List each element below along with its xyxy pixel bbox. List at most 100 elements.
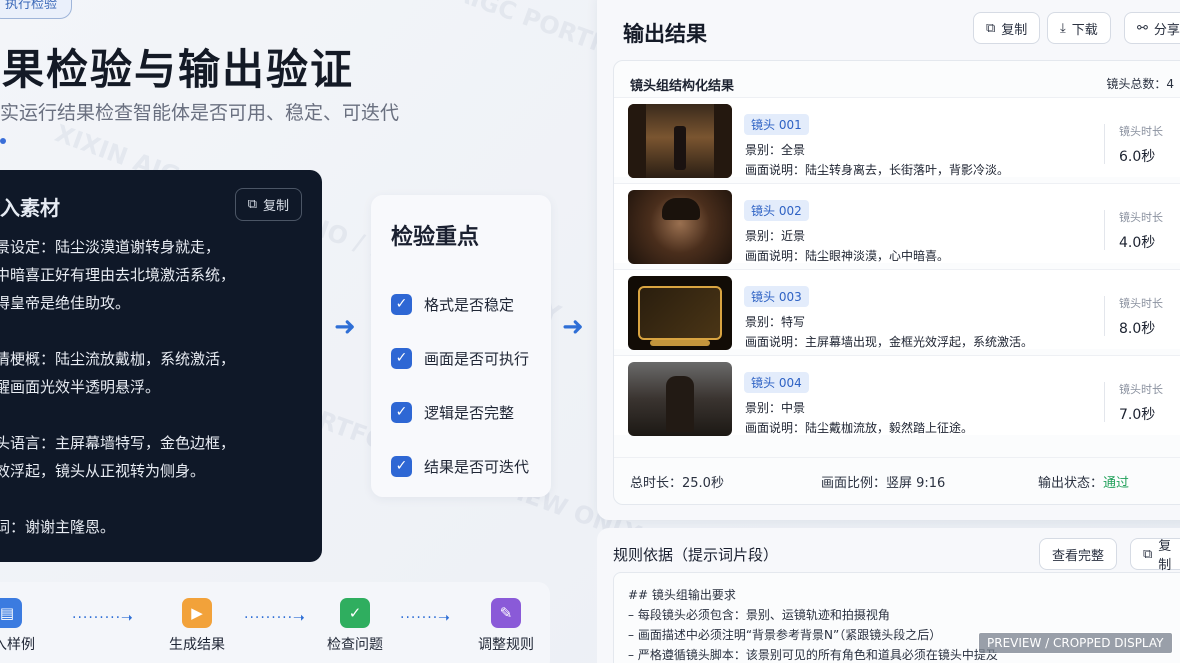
input-copy-button[interactable]: ⧉ 复制 — [234, 188, 302, 221]
output-status: 输出状态：通过 — [1038, 472, 1129, 491]
input-paragraph: 背景设定：陆尘淡漠道谢转身就走， 心中暗喜正好有理由去北境激活系统， 获得皇帝是… — [0, 233, 322, 317]
output-title: 输出结果 — [623, 22, 707, 46]
aspect-ratio: 画面比例：竖屏 9:16 — [821, 476, 946, 491]
checkbox-checked-icon[interactable]: ✓ — [391, 293, 412, 315]
step-generate-result[interactable]: ▶ 生成结果 — [152, 598, 242, 654]
shot-row[interactable]: 镜头 004 景别：中景 画面说明：陆尘戴枷流放，毅然踏上征途。 镜头时长 7.… — [614, 355, 1180, 436]
result-title: 镜头组结构化结果 — [630, 79, 735, 94]
clipboard-icon: ▤ — [0, 598, 22, 628]
output-panel: 输出结果 ⧉ 复制 ⤓ 下载 ⚯ 分享 镜头组结构化结果 镜头总数：4 镜头 0… — [597, 0, 1180, 520]
divider — [1104, 124, 1105, 164]
shot-scene: 景别：特写 — [745, 315, 806, 329]
step-label: 生成结果 — [169, 637, 225, 653]
divider — [1104, 382, 1105, 422]
rules-title: 规则依据（提示词片段） — [613, 546, 779, 564]
structured-result: 镜头组结构化结果 镜头总数：4 镜头 001 景别：全景 画面说明：陆尘转身离去… — [613, 60, 1180, 505]
shot-thumbnail — [628, 362, 732, 436]
shot-tag: 镜头 002 — [744, 200, 809, 221]
shot-row[interactable]: 镜头 002 景别：近景 画面说明：陆尘眼神淡漠，心中暗喜。 镜头时长 4.0秒 — [614, 183, 1180, 264]
input-line: 获得皇帝是绝佳助攻。 — [0, 294, 131, 312]
shot-description: 画面说明：主屏幕墙出现，金框光效浮起，系统激活。 — [745, 335, 1034, 349]
download-button[interactable]: ⤓ 下载 — [1047, 12, 1111, 44]
rule-line: ## 镜头组输出要求 — [628, 588, 736, 602]
arrow-right-icon: ➜ — [562, 312, 584, 342]
download-icon: ⤓ — [1060, 20, 1066, 36]
check-focus-card: 检验重点 ✓ 格式是否稳定 ✓ 画面是否可执行 ✓ 逻辑是否完整 ✓ 结果是否可… — [371, 195, 551, 497]
status-label: 输出状态： — [1038, 476, 1104, 491]
shot-thumbnail — [628, 190, 732, 264]
shot-count: 镜头总数：4 — [1106, 77, 1174, 91]
divider — [1104, 210, 1105, 250]
duration-label: 镜头时长 — [1119, 125, 1163, 138]
check-label: 画面是否可执行 — [424, 349, 530, 368]
shot-scene: 景别：中景 — [745, 401, 806, 415]
shot-description: 画面说明：陆尘转身离去，长街落叶，背影冷淡。 — [745, 163, 1010, 177]
step-label: 输入样例 — [0, 637, 35, 653]
view-all-button[interactable]: 查看完整 — [1039, 538, 1118, 570]
input-paragraph: 镜头语言：主屏幕墙特写，金色边框， 光效浮起，镜头从正视转为侧身。 — [0, 429, 322, 485]
copy-icon: ⧉ — [247, 197, 257, 212]
edit-icon: ✎ — [491, 598, 521, 628]
accent-dot — [0, 138, 6, 144]
rule-line: – 每段镜头必须包含：景别、运镜轨迹和拍摄视角 — [628, 608, 890, 622]
duration-label: 镜头时长 — [1119, 211, 1163, 224]
clapper-icon: ▶ — [182, 598, 212, 628]
check-item[interactable]: ✓ 画面是否可执行 — [391, 331, 531, 385]
shot-duration: 7.0秒 — [1119, 407, 1156, 423]
shot-row[interactable]: 镜头 003 景别：特写 画面说明：主屏幕墙出现，金框光效浮起，系统激活。 镜头… — [614, 269, 1180, 350]
download-label: 下载 — [1071, 22, 1098, 38]
check-item[interactable]: ✓ 格式是否稳定 — [391, 277, 531, 331]
divider — [1104, 296, 1105, 336]
check-label: 结果是否可迭代 — [424, 457, 530, 476]
page-subtitle: 真实运行结果检查智能体是否可用、稳定、可迭代 — [0, 102, 400, 124]
shot-duration: 8.0秒 — [1119, 321, 1156, 337]
share-label: 分享 — [1153, 22, 1180, 38]
section-tag: 执行检验 — [0, 0, 73, 19]
step-adjust-rules[interactable]: ✎ 调整规则 — [461, 598, 551, 654]
step-label: 调整规则 — [478, 637, 534, 653]
shield-check-icon: ✓ — [340, 598, 370, 628]
view-all-label: 查看完整 — [1052, 548, 1105, 564]
rules-copy-button[interactable]: ⧉ 复制 — [1130, 538, 1180, 573]
check-item[interactable]: ✓ 逻辑是否完整 — [391, 385, 531, 439]
step-label: 检查问题 — [327, 637, 383, 653]
input-line: 光效浮起，镜头从正视转为侧身。 — [0, 462, 206, 480]
step-check-issues[interactable]: ✓ 检查问题 — [310, 598, 400, 654]
shot-row[interactable]: 镜头 001 景别：全景 画面说明：陆尘转身离去，长街落叶，背影冷淡。 镜头时长… — [614, 97, 1180, 178]
preview-badge: PREVIEW / CROPPED DISPLAY — [978, 632, 1173, 654]
checkbox-checked-icon[interactable]: ✓ — [391, 455, 412, 477]
check-item[interactable]: ✓ 结果是否可迭代 — [391, 439, 531, 493]
shot-duration: 4.0秒 — [1119, 235, 1156, 251]
input-line: 心中暗喜正好有理由去北境激活系统， — [0, 266, 236, 284]
copy-icon: ⧉ — [986, 20, 996, 36]
step-input-sample[interactable]: ▤ 输入样例 — [0, 598, 52, 654]
share-icon: ⚯ — [1137, 20, 1148, 36]
copy-icon: ⧉ — [1143, 546, 1153, 562]
input-line: 镜头语言：主屏幕墙特写，金色边框， — [0, 434, 236, 452]
shot-scene: 景别：近景 — [745, 229, 806, 243]
copy-label: 复制 — [1158, 539, 1172, 573]
dashed-arrow: ·········➝ — [72, 610, 134, 626]
input-material-card: 输入素材 ⧉ 复制 背景设定：陆尘淡漠道谢转身就走， 心中暗喜正好有理由去北境激… — [0, 170, 322, 562]
page-title: 结果检验与输出验证 — [0, 45, 355, 94]
copy-label: 复制 — [1001, 22, 1028, 38]
share-button[interactable]: ⚯ 分享 — [1124, 12, 1180, 44]
dashed-arrow: ·········➝ — [244, 610, 306, 626]
shot-tag: 镜头 001 — [744, 114, 809, 135]
result-summary: 总时长：25.0秒 画面比例：竖屏 9:16 输出状态：通过 — [614, 457, 1180, 497]
checkbox-checked-icon[interactable]: ✓ — [391, 347, 412, 369]
total-duration: 总时长：25.0秒 — [630, 476, 724, 491]
check-label: 逻辑是否完整 — [424, 403, 515, 422]
arrow-right-icon: ➜ — [334, 312, 356, 342]
duration-label: 镜头时长 — [1119, 297, 1163, 310]
shot-thumbnail — [628, 104, 732, 178]
input-line: 台词：谢谢主隆恩。 — [0, 518, 116, 536]
check-label: 格式是否稳定 — [424, 295, 515, 314]
status-badge: 通过 — [1103, 476, 1130, 491]
copy-button[interactable]: ⧉ 复制 — [973, 12, 1041, 44]
workflow-steps: ▤ 输入样例 ·········➝ ▶ 生成结果 ·········➝ ✓ 检查… — [0, 582, 550, 663]
input-line: 提醒画面光效半透明悬浮。 — [0, 378, 161, 396]
shot-thumbnail — [628, 276, 732, 350]
input-line: 背景设定：陆尘淡漠道谢转身就走， — [0, 238, 221, 256]
checkbox-checked-icon[interactable]: ✓ — [391, 401, 412, 423]
